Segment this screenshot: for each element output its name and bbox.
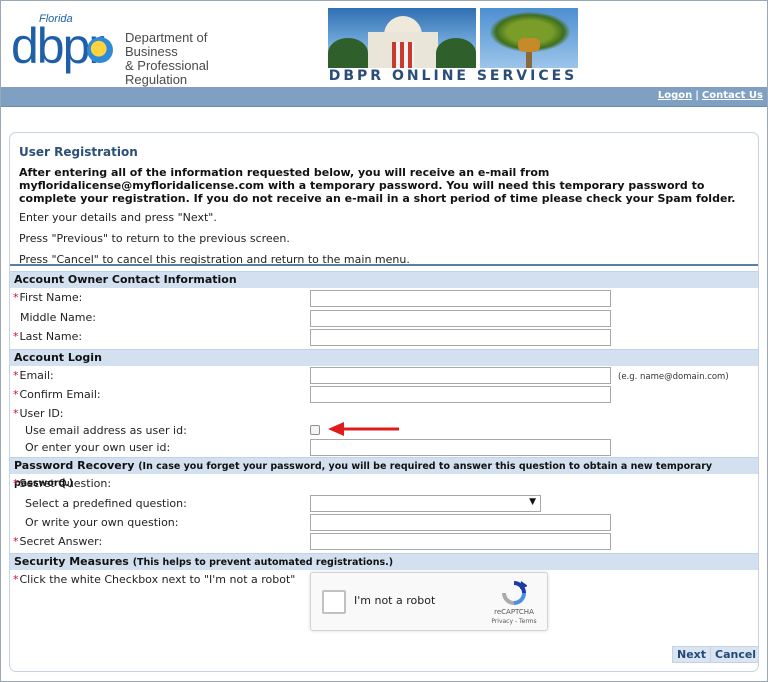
top-links: Logon | Contact Us xyxy=(658,90,763,101)
recaptcha-label: I'm not a robot xyxy=(354,594,436,607)
section-account-login: Account Login xyxy=(10,349,758,366)
email-label: *Email: xyxy=(13,369,54,382)
registration-notice: After entering all of the information re… xyxy=(19,166,736,205)
department-name: Department of Business & Professional Re… xyxy=(125,31,261,87)
section-contact-info: Account Owner Contact Information xyxy=(10,271,758,288)
own-question-input[interactable] xyxy=(310,514,611,531)
department-line-2: & Professional Regulation xyxy=(125,58,209,87)
required-marker: * xyxy=(13,477,19,490)
own-user-id-label: Or enter your own user id: xyxy=(25,441,171,454)
required-marker: * xyxy=(13,330,19,343)
site-header: Florida dbpr Department of Business & Pr… xyxy=(1,1,767,87)
section-recovery-title: Password Recovery xyxy=(14,459,135,472)
registration-panel: User Registration After entering all of … xyxy=(9,132,759,672)
instruction-previous: Press "Previous" to return to the previo… xyxy=(19,232,290,245)
section-security-title: Security Measures xyxy=(14,555,129,568)
recaptcha-logo-icon xyxy=(502,581,527,605)
header-banner: DBPR ONLINE SERVICES xyxy=(328,8,578,84)
department-line-1: Department of Business xyxy=(125,30,208,59)
red-arrow-annotation xyxy=(328,422,399,436)
section-divider xyxy=(10,264,758,266)
cancel-button[interactable]: Cancel xyxy=(710,646,758,663)
own-question-label: Or write your own question: xyxy=(25,516,179,529)
recaptcha-widget: I'm not a robot reCAPTCHA Privacy - Term… xyxy=(310,572,548,631)
first-name-label: *First Name: xyxy=(13,291,83,304)
user-id-input[interactable] xyxy=(310,439,611,456)
required-marker: * xyxy=(13,535,19,548)
dropdown-arrow-icon: ▼ xyxy=(529,497,536,507)
user-id-label: *User ID: xyxy=(13,407,64,420)
intro-block: User Registration After entering all of … xyxy=(10,133,758,266)
section-security-measures: Security Measures (This helps to prevent… xyxy=(10,553,758,570)
predefined-question-label: Select a predefined question: xyxy=(25,497,187,510)
nav-bar: Logon | Contact Us xyxy=(1,87,767,107)
page-title: User Registration xyxy=(19,145,138,159)
capitol-photo xyxy=(328,8,476,68)
banner-title: DBPR ONLINE SERVICES xyxy=(328,68,578,84)
use-email-checkbox[interactable] xyxy=(310,425,320,435)
middle-name-label: Middle Name: xyxy=(20,311,96,324)
confirm-email-label: *Confirm Email: xyxy=(13,388,101,401)
required-marker: * xyxy=(13,407,19,420)
captcha-instruction: *Click the white Checkbox next to "I'm n… xyxy=(13,573,296,586)
confirm-email-input[interactable] xyxy=(310,386,611,403)
email-input[interactable] xyxy=(310,367,611,384)
dbpr-logo[interactable]: Florida dbpr Department of Business & Pr… xyxy=(11,13,261,87)
required-marker: * xyxy=(13,388,19,401)
secret-answer-label: *Secret Answer: xyxy=(13,535,103,548)
recaptcha-checkbox[interactable] xyxy=(322,590,346,614)
required-marker: * xyxy=(13,291,19,304)
middle-name-input[interactable] xyxy=(310,310,611,327)
section-security-subtitle: (This helps to prevent automated registr… xyxy=(132,557,394,568)
instruction-next: Enter your details and press "Next". xyxy=(19,211,217,224)
email-hint: (e.g. name@domain.com) xyxy=(618,372,729,382)
palm-tree-photo xyxy=(480,8,578,68)
recaptcha-terms-link[interactable]: Privacy - Terms xyxy=(479,618,549,625)
use-email-label: Use email address as user id: xyxy=(25,424,187,437)
last-name-input[interactable] xyxy=(310,329,611,346)
first-name-input[interactable] xyxy=(310,290,611,307)
required-marker: * xyxy=(13,369,19,382)
section-login-title: Account Login xyxy=(14,351,102,364)
contact-us-link[interactable]: Contact Us xyxy=(702,90,763,101)
predefined-question-select[interactable]: ▼ xyxy=(310,495,541,512)
section-password-recovery: Password Recovery (In case you forget yo… xyxy=(10,457,758,489)
section-contact-title: Account Owner Contact Information xyxy=(14,273,237,286)
next-button[interactable]: Next xyxy=(672,646,712,663)
secret-answer-input[interactable] xyxy=(310,533,611,550)
recaptcha-brand: reCAPTCHA xyxy=(494,608,534,616)
logon-link[interactable]: Logon xyxy=(658,90,692,101)
florida-seal-icon xyxy=(87,37,113,63)
required-marker: * xyxy=(13,573,19,586)
link-separator: | xyxy=(695,90,699,101)
last-name-label: *Last Name: xyxy=(13,330,83,343)
secret-question-label: *Secret Question: xyxy=(13,477,112,490)
